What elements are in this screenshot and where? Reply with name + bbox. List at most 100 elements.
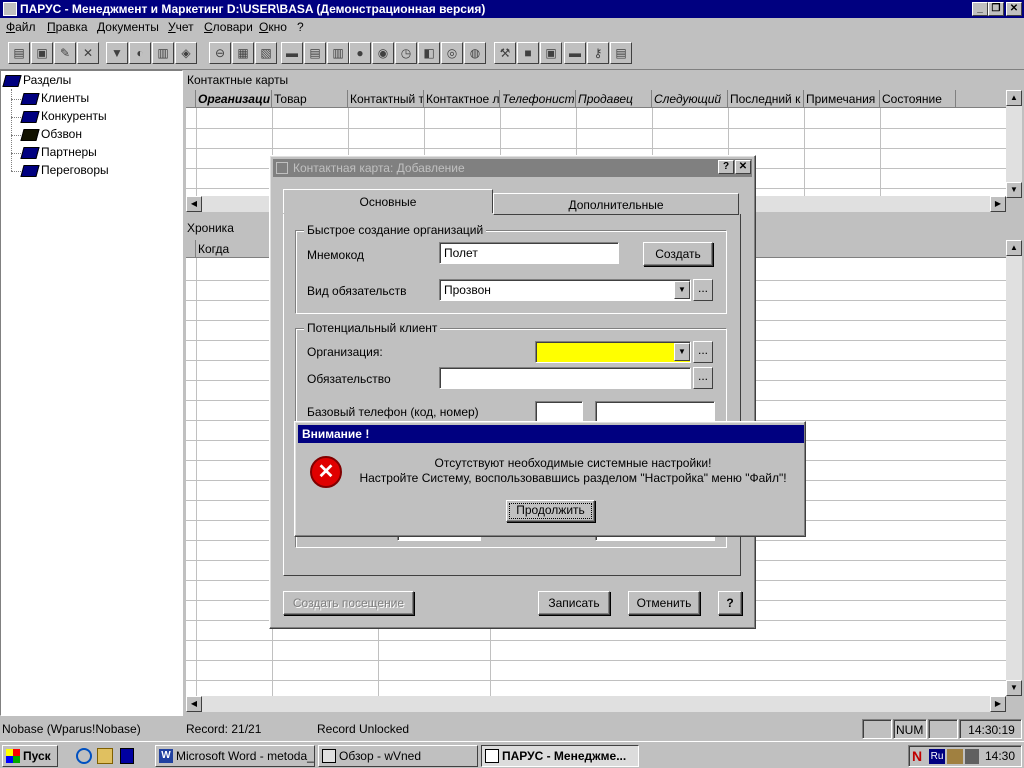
find-icon[interactable]: ◐	[129, 42, 151, 64]
documents-icon[interactable]: ▦	[232, 42, 254, 64]
obligation-type-browse-button[interactable]: ...	[693, 279, 713, 301]
export-icon[interactable]: ◈	[175, 42, 197, 64]
tray-speaker-icon[interactable]	[965, 749, 979, 764]
column-header[interactable]: Следующий	[652, 90, 728, 108]
tree-item-clients[interactable]: Клиенты	[21, 91, 89, 105]
save-button[interactable]: Записать	[538, 591, 610, 615]
start-button[interactable]: Пуск	[2, 745, 58, 767]
obligation-type-select[interactable]: Прозвон	[439, 279, 691, 301]
new-record-icon[interactable]: ▤	[8, 42, 30, 64]
report-icon[interactable]: ▥	[327, 42, 349, 64]
scroll-down-button[interactable]: ▼	[1006, 680, 1022, 696]
continue-button[interactable]: Продолжить	[506, 500, 595, 522]
folder-icon[interactable]: ▬	[281, 42, 303, 64]
cancel-button[interactable]: Отменить	[628, 591, 700, 615]
outlook-express-icon[interactable]	[97, 748, 113, 764]
scroll-left-button[interactable]: ◀	[186, 196, 202, 212]
dialog-close-button[interactable]: ✕	[735, 160, 751, 174]
task-parus[interactable]: ПАРУС - Менеджме...	[481, 745, 639, 767]
new-document-icon[interactable]: ▤	[610, 42, 632, 64]
scroll-left-button[interactable]: ◀	[186, 696, 202, 712]
menu-accounting[interactable]: Учет	[168, 20, 194, 34]
chronicle-hscrollbar[interactable]: ◀ ▶	[186, 696, 1006, 712]
calculator-icon[interactable]: ◎	[441, 42, 463, 64]
column-header[interactable]: Контактный т	[348, 90, 424, 108]
create-visit-button[interactable]: Создать посещение	[283, 591, 414, 615]
user-icon[interactable]: ●	[349, 42, 371, 64]
delete-record-icon[interactable]: ✕	[77, 42, 99, 64]
internet-explorer-icon[interactable]	[76, 748, 92, 764]
clock-icon[interactable]: ◷	[395, 42, 417, 64]
scroll-right-button[interactable]: ▶	[990, 196, 1006, 212]
organization-browse-button[interactable]: ...	[693, 341, 713, 363]
menu-help[interactable]: ?	[297, 20, 304, 34]
tree-item-competitors[interactable]: Конкуренты	[21, 109, 107, 123]
menu-file[interactable]: Файл	[6, 20, 36, 34]
dialog-help-button[interactable]: ?	[718, 160, 734, 174]
phone-icon[interactable]: ◉	[372, 42, 394, 64]
column-header[interactable]: Контактное л	[424, 90, 500, 108]
column-header[interactable]: Телефонист	[500, 90, 576, 108]
phone-code-input[interactable]	[535, 401, 583, 423]
tree-root-sections[interactable]: Разделы	[3, 73, 71, 87]
obligation-browse-button[interactable]: ...	[693, 367, 713, 389]
mnemo-input[interactable]: Полет	[439, 242, 619, 264]
tray-clock[interactable]: 14:30	[985, 749, 1015, 763]
menu-window[interactable]: Окно	[259, 20, 287, 34]
edit-record-icon[interactable]: ✎	[54, 42, 76, 64]
dialog-title-bar[interactable]: Контактная карта: Добавление ? ✕	[273, 159, 752, 177]
chevron-down-icon[interactable]: ▼	[674, 281, 690, 299]
help-button[interactable]: ?	[718, 591, 742, 615]
column-header[interactable]: Товар	[272, 90, 348, 108]
column-header[interactable]: Последний к	[728, 90, 804, 108]
tray-tools-icon[interactable]	[947, 749, 963, 764]
close-button[interactable]: ✕	[1006, 2, 1022, 16]
mail-icon[interactable]: ◧	[418, 42, 440, 64]
tray-n-icon[interactable]: N	[912, 748, 922, 764]
restore-button[interactable]: ❐	[988, 2, 1004, 16]
column-header[interactable]: Примечания	[804, 90, 880, 108]
warning-title-bar[interactable]: Внимание !	[298, 425, 804, 443]
menu-documents[interactable]: Документы	[97, 20, 159, 34]
menu-dictionaries[interactable]: Словари	[204, 20, 253, 34]
open-folder-icon[interactable]: ▬	[564, 42, 586, 64]
scroll-up-button[interactable]: ▲	[1006, 90, 1022, 106]
copy-record-icon[interactable]: ▣	[31, 42, 53, 64]
phone-number-input[interactable]	[595, 401, 715, 423]
obligation-input[interactable]	[439, 367, 691, 389]
minimize-button[interactable]: _	[972, 2, 988, 16]
organization-select[interactable]	[535, 341, 691, 363]
attach-icon[interactable]: ▧	[255, 42, 277, 64]
scroll-up-button[interactable]: ▲	[1006, 240, 1022, 256]
menu-edit[interactable]: Правка	[47, 20, 88, 34]
tree-item-calls[interactable]: Обзвон	[21, 127, 82, 141]
create-button[interactable]: Создать	[643, 242, 713, 266]
scroll-down-button[interactable]: ▼	[1006, 182, 1022, 198]
window-title-bar[interactable]: ПАРУС - Менеджмент и Маркетинг D:\USER\B…	[0, 0, 1024, 18]
tools-icon[interactable]: ⚒	[494, 42, 516, 64]
filter-icon[interactable]: ▼	[106, 42, 128, 64]
chronicle-vscrollbar[interactable]: ▲ ▼	[1006, 240, 1022, 696]
print-icon[interactable]: ▥	[152, 42, 174, 64]
table-icon[interactable]: ▤	[304, 42, 326, 64]
tab-main[interactable]: Основные	[283, 189, 493, 213]
archive-icon[interactable]: ▣	[540, 42, 562, 64]
chevron-down-icon[interactable]: ▼	[674, 343, 690, 361]
scroll-right-button[interactable]: ▶	[990, 696, 1006, 712]
column-header[interactable]: Состояние	[880, 90, 956, 108]
calendar-icon[interactable]: ■	[517, 42, 539, 64]
tree-item-negotiations[interactable]: Переговоры	[21, 163, 109, 177]
tray-language-indicator[interactable]: Ru	[929, 749, 945, 764]
refresh-icon[interactable]: ⊖	[209, 42, 231, 64]
column-header[interactable]: Продавец	[576, 90, 652, 108]
column-header[interactable]: Организаци	[196, 90, 272, 108]
column-header[interactable]: Когда	[196, 240, 272, 258]
show-desktop-icon[interactable]	[120, 748, 134, 764]
key-icon[interactable]: ⚷	[587, 42, 609, 64]
globe-icon[interactable]: ◍	[464, 42, 486, 64]
contacts-vscrollbar[interactable]: ▲ ▼	[1006, 90, 1022, 198]
task-explorer[interactable]: Обзор - wVned	[318, 745, 478, 767]
tree-item-partners[interactable]: Партнеры	[21, 145, 97, 159]
task-word[interactable]: W Microsoft Word - metoda_...	[155, 745, 315, 767]
tab-additional[interactable]: Дополнительные	[493, 193, 739, 215]
